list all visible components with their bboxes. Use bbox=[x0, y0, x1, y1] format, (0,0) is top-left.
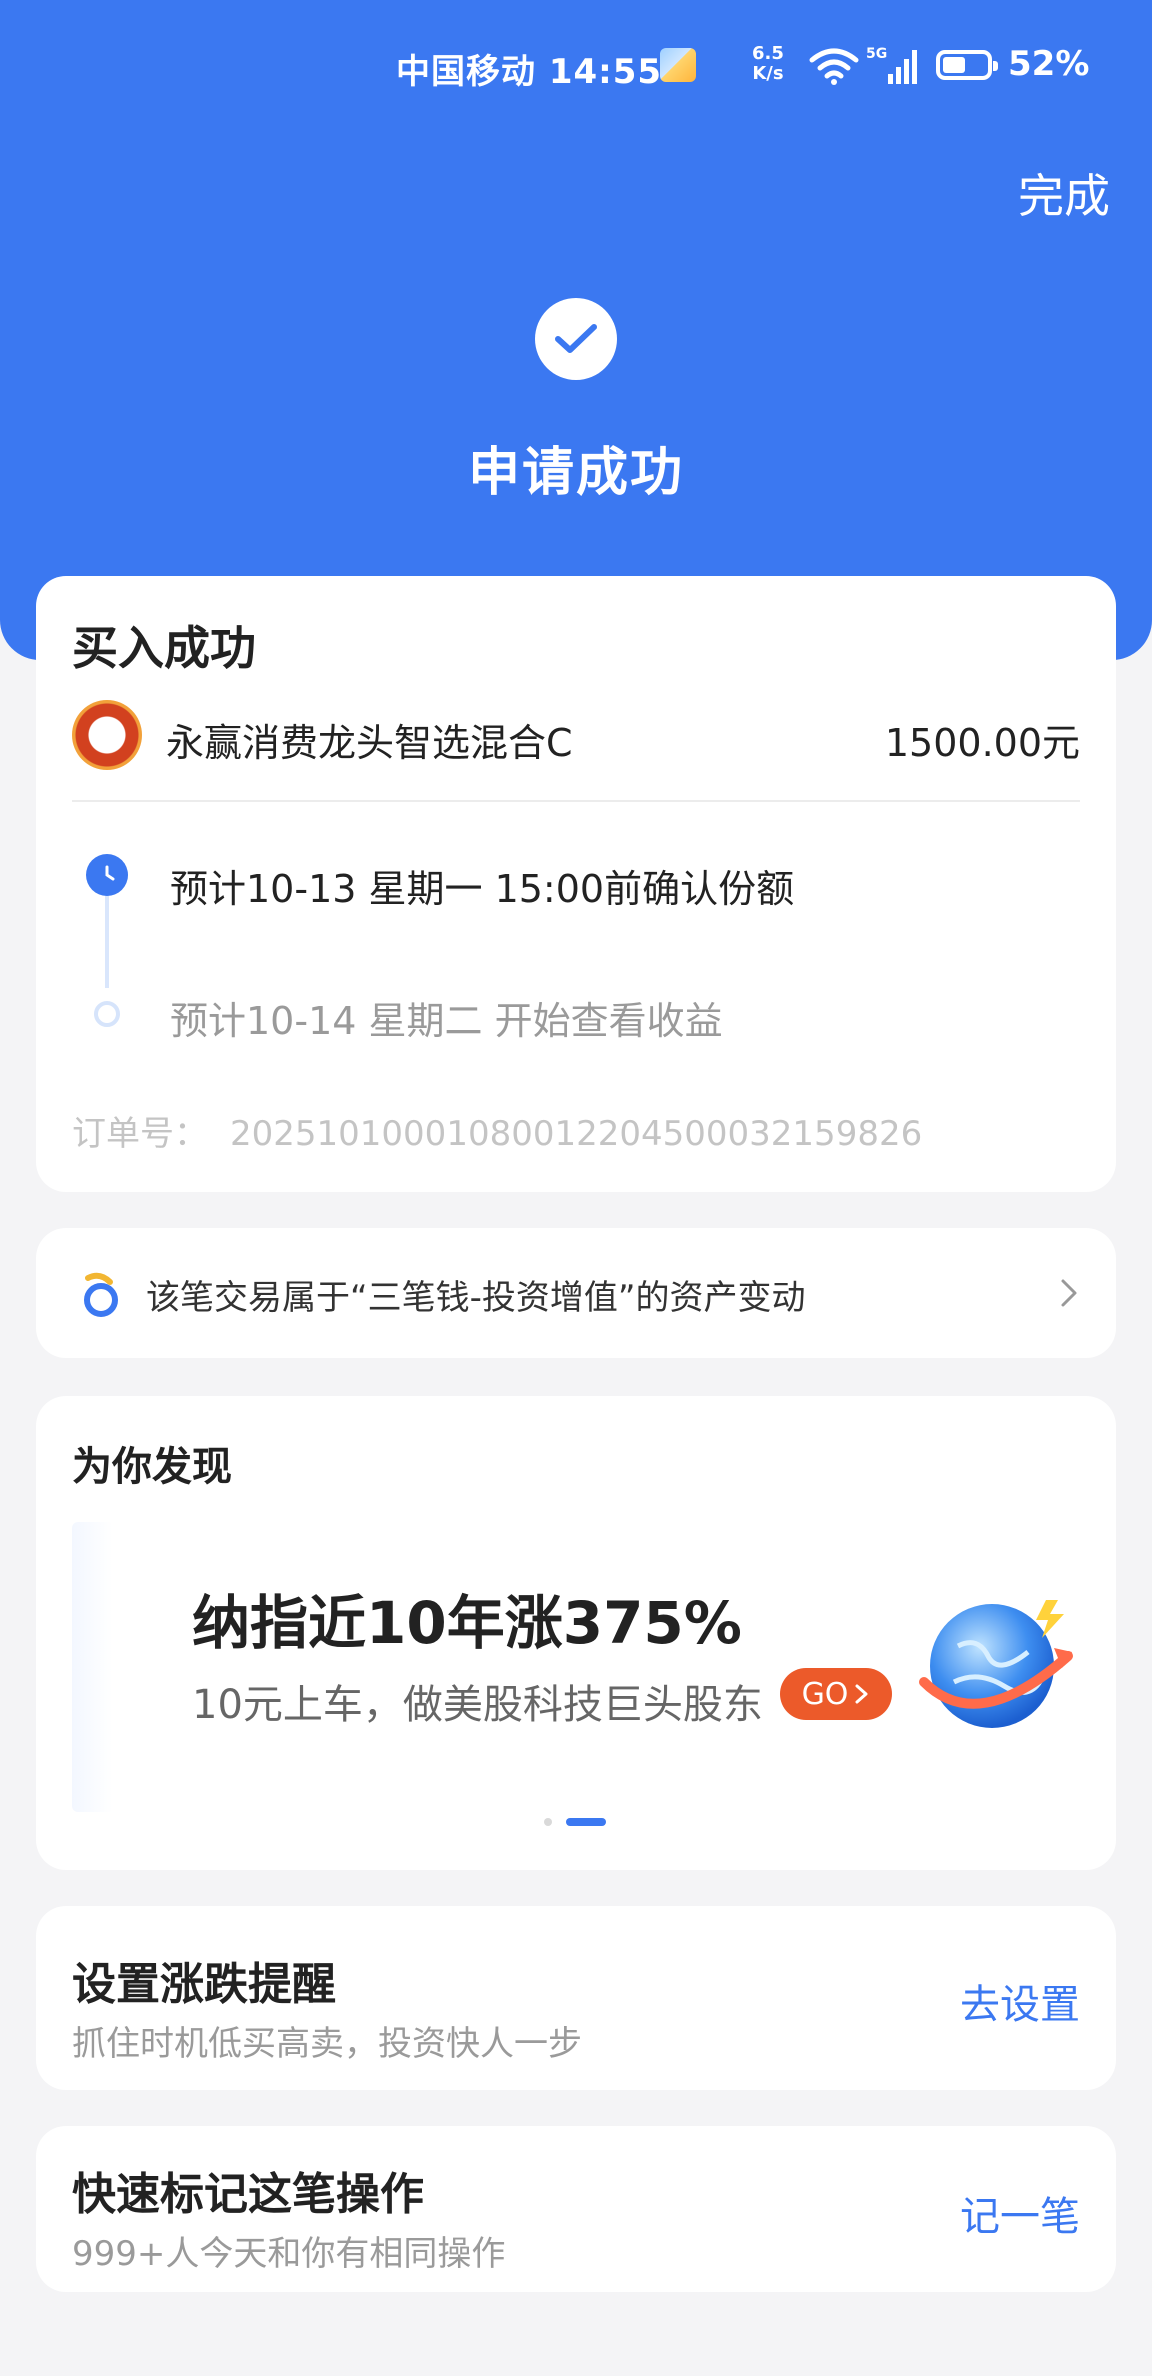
discover-title: 为你发现 bbox=[72, 1444, 232, 1490]
carousel-dot-active[interactable] bbox=[566, 1818, 606, 1826]
network-label: 5G bbox=[866, 46, 887, 62]
timeline-confirm-shares: 预计10-13 星期一 15:00前确认份额 bbox=[170, 867, 795, 911]
price-alert-title: 设置涨跌提醒 bbox=[72, 1959, 336, 2010]
status-bar: 中国移动 14:55 6.5 K/s 5G 52% bbox=[0, 40, 1152, 96]
go-set-button[interactable]: 去设置 bbox=[960, 1972, 1080, 2030]
chevron-right-icon bbox=[855, 1684, 868, 1704]
promo-banner[interactable]: 纳指近10年涨375% 10元上车，做美股科技巨头股东 GO bbox=[72, 1522, 1080, 1812]
clock-icon bbox=[86, 854, 128, 896]
quick-mark-title: 快速标记这笔操作 bbox=[72, 2169, 424, 2220]
timeline-view-earnings: 预计10-14 星期二 开始查看收益 bbox=[170, 999, 723, 1043]
price-alert-subtitle: 抓住时机低买高卖，投资快人一步 bbox=[72, 2024, 582, 2064]
fund-name: 永赢消费龙头智选混合C bbox=[166, 721, 573, 765]
success-check-icon bbox=[535, 298, 617, 380]
chevron-right-icon bbox=[1060, 1278, 1078, 1312]
banner-headline: 纳指近10年涨375% bbox=[192, 1589, 742, 1657]
asset-notice-text: 该笔交易属于“三笔钱-投资增值”的资产变动 bbox=[146, 1278, 806, 1318]
globe-icon bbox=[918, 1586, 1074, 1742]
order-amount: 1500.00元 bbox=[884, 721, 1080, 765]
timeline-dot-icon bbox=[94, 1001, 120, 1027]
banner-subtitle: 10元上车，做美股科技巨头股东 bbox=[192, 1682, 763, 1728]
price-alert-card: 设置涨跌提醒 抓住时机低买高卖，投资快人一步 去设置 bbox=[36, 1906, 1116, 2090]
divider bbox=[72, 800, 1080, 802]
discover-card: 为你发现 纳指近10年涨375% 10元上车，做美股科技巨头股东 GO bbox=[36, 1396, 1116, 1870]
battery-fill bbox=[943, 57, 965, 73]
wifi-icon bbox=[808, 46, 860, 95]
net-speed: 6.5 K/s bbox=[752, 44, 784, 84]
record-button[interactable]: 记一笔 bbox=[960, 2184, 1080, 2242]
battery-icon bbox=[936, 50, 998, 80]
signal-icon: 5G bbox=[866, 44, 922, 97]
three-money-icon bbox=[80, 1272, 122, 1318]
order-card: 买入成功 永赢消费龙头智选混合C 1500.00元 预计10-13 星期一 15… bbox=[36, 576, 1116, 1192]
quick-mark-subtitle: 999+人今天和你有相同操作 bbox=[72, 2234, 506, 2274]
carousel-dot[interactable] bbox=[544, 1818, 552, 1826]
net-speed-value: 6.5 bbox=[752, 43, 784, 64]
battery-percent: 52% bbox=[1008, 44, 1090, 84]
go-label: GO bbox=[801, 1676, 849, 1712]
carousel-indicator bbox=[36, 1816, 1116, 1826]
weather-icon bbox=[660, 48, 696, 82]
done-button[interactable]: 完成 bbox=[1018, 160, 1110, 226]
order-number-label: 订单号： bbox=[72, 1114, 208, 1154]
page-title: 申请成功 bbox=[467, 443, 684, 503]
order-number: 订单号： 20251010001080012204500032159826 bbox=[72, 1106, 922, 1155]
order-status-title: 买入成功 bbox=[72, 621, 256, 675]
asset-notice-row[interactable]: 该笔交易属于“三笔钱-投资增值”的资产变动 bbox=[36, 1228, 1116, 1358]
quick-mark-card: 快速标记这笔操作 999+人今天和你有相同操作 记一笔 bbox=[36, 2126, 1116, 2292]
carrier-time: 中国移动 14:55 bbox=[396, 52, 663, 92]
fund-logo-icon bbox=[72, 700, 142, 770]
net-speed-unit: K/s bbox=[752, 63, 784, 84]
go-button[interactable]: GO bbox=[780, 1668, 892, 1720]
order-number-value: 20251010001080012204500032159826 bbox=[230, 1114, 923, 1154]
